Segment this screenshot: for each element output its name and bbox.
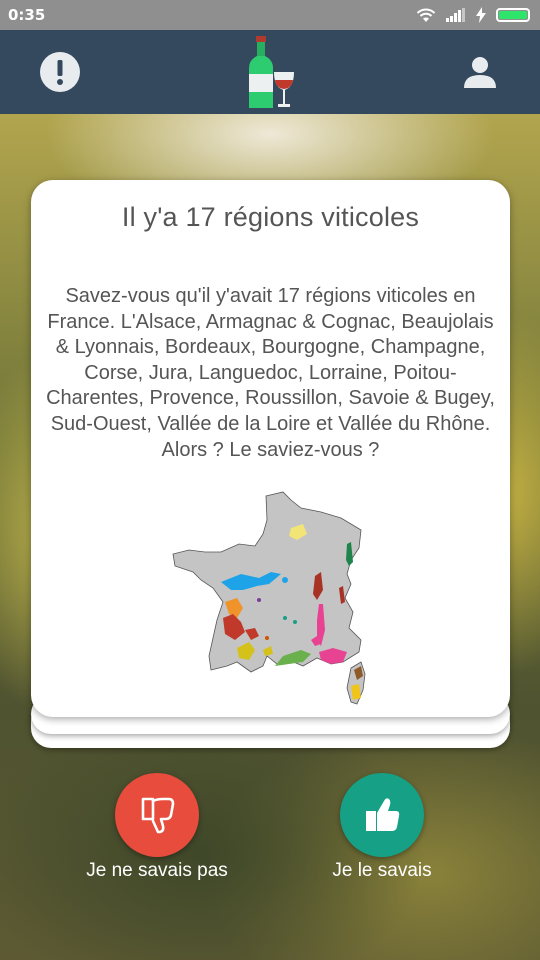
battery-icon — [496, 8, 530, 22]
fact-card[interactable]: Il y'a 17 régions viticoles Savez-vous q… — [31, 180, 510, 717]
dislike-button[interactable] — [115, 773, 199, 857]
dislike-label: Je ne savais pas — [86, 860, 228, 881]
card-body-text: Savez-vous qu'il y'avait 17 régions viti… — [46, 285, 495, 461]
status-icons — [416, 7, 530, 23]
user-icon — [464, 57, 496, 88]
status-time: 0:35 — [8, 6, 46, 24]
signal-icon — [446, 8, 465, 22]
profile-button[interactable] — [438, 30, 522, 114]
card-title: Il y'a 17 régions viticoles — [121, 202, 420, 232]
thumbs-down-icon — [141, 797, 175, 834]
alert-button[interactable] — [18, 30, 102, 114]
like-label: Je le savais — [332, 860, 432, 881]
charging-icon — [476, 7, 486, 23]
app-header — [0, 30, 540, 114]
wine-bottle-glass-icon — [249, 36, 294, 108]
france-wine-regions-map — [172, 491, 366, 705]
alert-icon — [40, 52, 80, 92]
thumbs-up-icon — [366, 798, 400, 831]
status-bar: 0:35 — [0, 0, 540, 30]
like-button[interactable] — [340, 773, 424, 857]
wifi-icon — [416, 8, 436, 22]
